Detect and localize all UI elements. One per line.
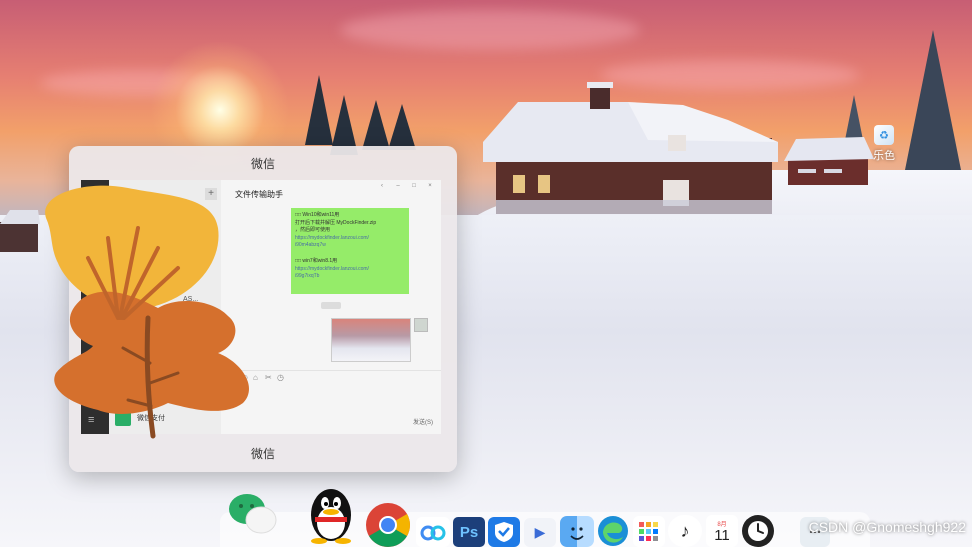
user-avatar[interactable]: [414, 318, 428, 332]
video-player-icon[interactable]: ▶: [524, 518, 556, 547]
pine-tree: [905, 30, 961, 170]
csdn-watermark: CSDN @Gnomeshgh922: [808, 519, 966, 535]
clock-icon[interactable]: [742, 515, 774, 547]
pine-tree: [362, 100, 390, 150]
orange-leaf-icon: [54, 291, 249, 414]
yellow-leaf-icon: [45, 185, 219, 310]
send-button[interactable]: 发送(S): [413, 417, 433, 426]
message-bubble[interactable]: □□ Win10和win11用 打开后下载并解压 MyDockFinder.zi…: [291, 208, 409, 254]
message-bubble[interactable]: □□ win7和win8.1用 https://mydockfinder.lan…: [291, 254, 409, 294]
edge-icon[interactable]: [596, 515, 630, 547]
minimize-button[interactable]: –: [393, 182, 403, 191]
window-title: 微信: [250, 157, 275, 171]
wechat-icon[interactable]: [227, 487, 277, 537]
window-footer: 微信: [250, 447, 275, 461]
message-link[interactable]: https://mydockfinder.lanzoui.com/: [295, 266, 405, 274]
photoshop-icon[interactable]: Ps: [453, 517, 485, 547]
message-line: 打开后下载并解压 MyDockFinder.zip: [295, 219, 377, 226]
baidu-netdisk-icon[interactable]: [416, 517, 450, 547]
window-controls: ‹ – □ ×: [377, 182, 435, 191]
close-button[interactable]: ×: [425, 182, 435, 191]
history-icon[interactable]: ◷: [277, 373, 284, 382]
pin-button[interactable]: ‹: [377, 182, 387, 191]
message-line: ，然后即可使用: [295, 227, 331, 233]
calendar-icon[interactable]: 8月 11: [706, 515, 738, 547]
pine-tree: [388, 104, 416, 150]
desktop-icon-label: 乐色: [873, 150, 895, 162]
app-grid-icon[interactable]: [633, 516, 665, 547]
chrome-icon[interactable]: [365, 502, 411, 547]
finder-icon[interactable]: [560, 516, 594, 547]
desktop-recycle-bin[interactable]: ♻ 乐色: [870, 125, 898, 163]
timestamp-chip: [321, 302, 341, 309]
message-line: □□ Win10和win11用: [295, 212, 340, 218]
small-house: [784, 137, 874, 185]
message-link[interactable]: https://mydockfinder.lanzoui.com/: [295, 235, 405, 243]
message-line: □□ win7和win8.1用: [295, 258, 338, 264]
pine-tree: [305, 75, 333, 145]
cloud: [340, 10, 640, 50]
leaf-sticker: [45, 185, 249, 439]
maximize-button[interactable]: □: [409, 182, 419, 191]
image-message[interactable]: [331, 318, 411, 362]
qq-icon[interactable]: [303, 485, 359, 545]
message-link[interactable]: i99g7ixqTb: [295, 273, 405, 281]
tencent-pc-manager-icon[interactable]: [488, 517, 520, 547]
screenshot-icon[interactable]: ✂: [265, 373, 272, 382]
recycle-bin-icon: ♻: [874, 125, 894, 145]
calendar-day: 11: [714, 527, 730, 544]
message-link[interactable]: i90m4abzq7w: [295, 242, 405, 250]
music-icon[interactable]: ♪: [668, 515, 702, 547]
wooden-house: [483, 82, 778, 214]
